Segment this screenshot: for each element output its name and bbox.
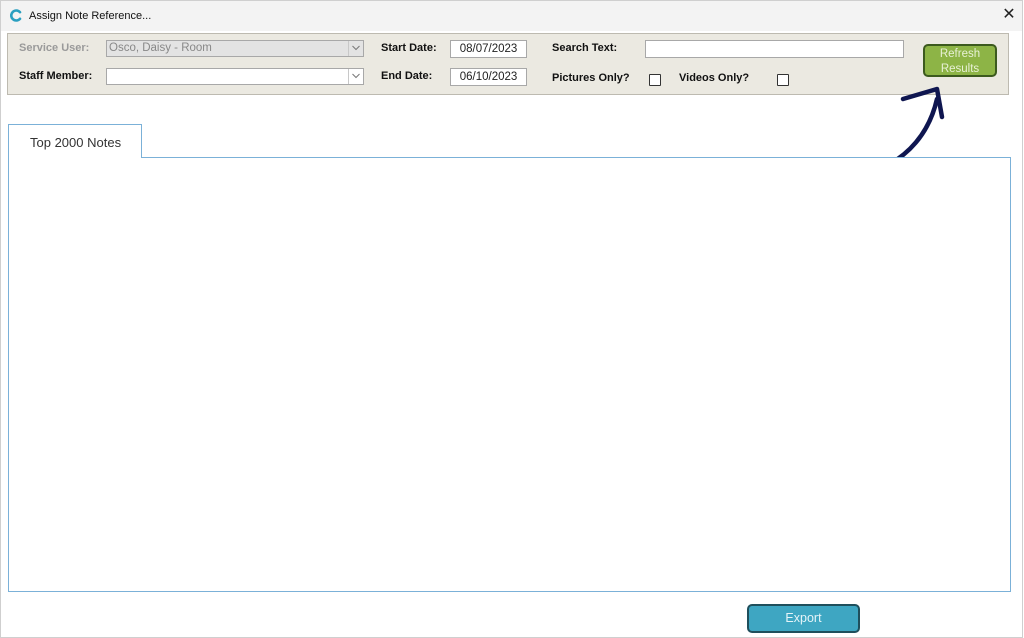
search-text-label: Search Text:: [552, 42, 618, 54]
title-bar: Assign Note Reference... ✕: [1, 1, 1022, 31]
service-user-select[interactable]: Osco, Daisy - Room: [106, 40, 364, 57]
refresh-label-line2: Results: [940, 63, 980, 75]
staff-member-select[interactable]: [106, 68, 364, 85]
search-text-input[interactable]: [645, 40, 904, 58]
videos-only-label: Videos Only?: [679, 72, 750, 84]
refresh-results-button[interactable]: Refresh Results: [923, 44, 997, 77]
staff-member-label: Staff Member:: [19, 70, 93, 82]
videos-only-checkbox[interactable]: [777, 74, 789, 86]
pictures-only-checkbox[interactable]: [649, 74, 661, 86]
end-date-label: End Date:: [381, 70, 433, 82]
export-button[interactable]: Export: [747, 604, 860, 633]
end-date-input[interactable]: 06/10/2023: [450, 68, 527, 86]
refresh-label-line1: Refresh: [939, 48, 981, 60]
service-user-value: Osco, Daisy - Room: [109, 42, 212, 54]
chevron-down-icon[interactable]: [348, 41, 363, 56]
close-icon[interactable]: ✕: [999, 5, 1019, 25]
app-c-logo-icon: [10, 9, 22, 22]
tab-top-2000-notes[interactable]: Top 2000 Notes: [8, 124, 142, 158]
service-user-label: Service User:: [19, 42, 90, 54]
start-date-input[interactable]: 08/07/2023: [450, 40, 527, 58]
tab-label: Top 2000 Notes: [30, 135, 122, 150]
chevron-down-icon[interactable]: [348, 69, 363, 84]
notes-content-area: [8, 157, 1011, 592]
start-date-label: Start Date:: [381, 42, 437, 54]
dialog-window: Assign Note Reference... ✕ Service User:…: [0, 0, 1023, 638]
window-title: Assign Note Reference...: [29, 10, 152, 22]
pictures-only-label: Pictures Only?: [552, 72, 630, 84]
